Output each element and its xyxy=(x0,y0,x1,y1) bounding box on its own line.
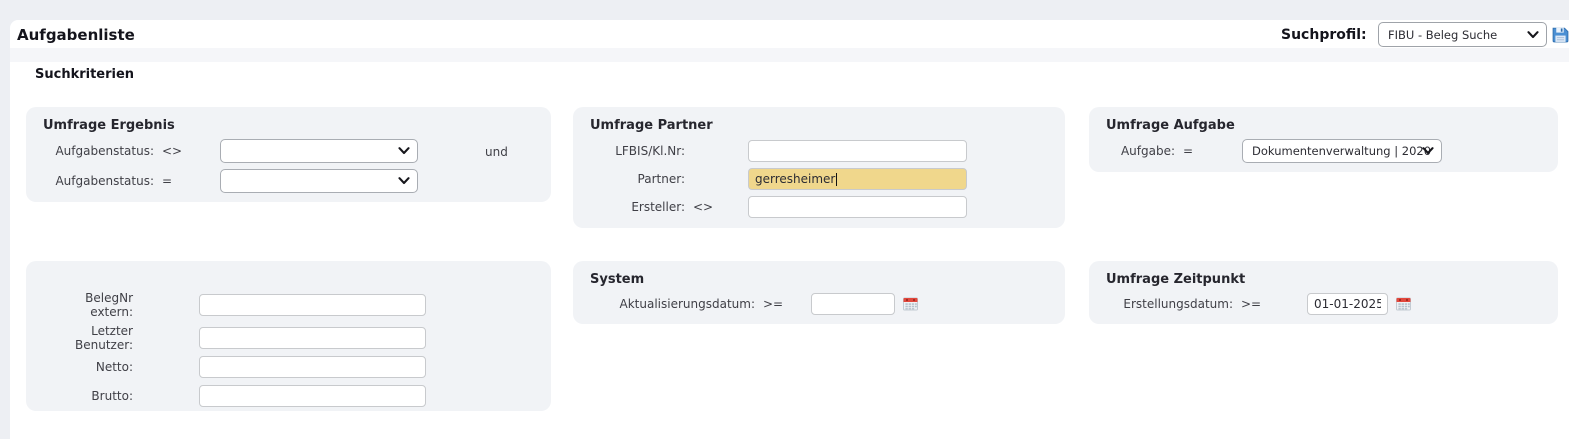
field-label: Ersteller: xyxy=(590,200,685,214)
suchprofil-label: Suchprofil: xyxy=(1281,27,1367,43)
aufgabenliste-page: Aufgabenliste Suchprofil: FIBU - Beleg S… xyxy=(0,0,1569,439)
chevron-down-icon xyxy=(398,177,410,185)
netto-input[interactable] xyxy=(199,356,426,378)
field-label: Partner: xyxy=(590,172,685,186)
brutto-input[interactable] xyxy=(199,385,426,407)
floppy-disk-icon xyxy=(1552,26,1569,43)
section-title: Suchkriterien xyxy=(35,67,134,82)
field-label: Letzter Benutzer: xyxy=(43,324,133,352)
form-row: Ersteller: <> xyxy=(590,195,1055,219)
chevron-down-icon xyxy=(398,147,410,155)
field-label: Aufgabenstatus: xyxy=(43,144,154,158)
field-label: BelegNr extern: xyxy=(43,291,133,319)
aufgabe-select[interactable]: Dokumentenverwaltung | 2020 xyxy=(1242,139,1442,163)
operator: = xyxy=(1175,144,1242,158)
field-label: Aktualisierungsdatum: xyxy=(590,297,755,311)
form-row: Aufgabenstatus: <> xyxy=(43,139,541,163)
form-row: Letzter Benutzer: xyxy=(43,326,541,350)
save-suchprofil-button[interactable] xyxy=(1551,26,1569,44)
partner-input-value: gerresheimer xyxy=(755,172,835,186)
form-row: Partner: gerresheimer xyxy=(590,167,1055,191)
field-label: Netto: xyxy=(43,360,133,374)
lfbis-klnr-input[interactable] xyxy=(748,140,967,162)
panel-beleg-felder: BelegNr extern: Letzter Benutzer: Netto:… xyxy=(26,261,551,411)
panel-umfrage-zeitpunkt: Umfrage Zeitpunkt Erstellungsdatum: >= xyxy=(1089,261,1558,324)
form-row: Netto: xyxy=(43,355,541,379)
header-separator-band xyxy=(10,48,1569,62)
operator: = xyxy=(154,174,220,188)
panel-system: System Aktualisierungsdatum: >= xyxy=(573,261,1065,324)
belegnr-extern-input[interactable] xyxy=(199,294,426,316)
form-row: Aufgabe: = Dokumentenverwaltung | 2020 xyxy=(1106,139,1548,163)
field-label: Brutto: xyxy=(43,389,133,403)
panel-title: Umfrage Zeitpunkt xyxy=(1106,272,1245,287)
panel-title: Umfrage Ergebnis xyxy=(43,118,175,133)
field-label: Aufgabe: xyxy=(1106,144,1175,158)
text-caret xyxy=(836,173,837,186)
form-row: Erstellungsdatum: >= xyxy=(1106,292,1548,316)
partner-input[interactable]: gerresheimer xyxy=(748,168,967,190)
calendar-icon[interactable] xyxy=(903,297,918,311)
form-row: Aufgabenstatus: = xyxy=(43,169,541,193)
connector-label: und xyxy=(485,145,508,159)
page-title: Aufgabenliste xyxy=(17,26,135,44)
panel-umfrage-ergebnis: Umfrage Ergebnis Aufgabenstatus: <> Aufg… xyxy=(26,107,551,202)
panel-title: Umfrage Aufgabe xyxy=(1106,118,1235,133)
panel-umfrage-aufgabe: Umfrage Aufgabe Aufgabe: = Dokumentenver… xyxy=(1089,107,1558,172)
field-label: Aufgabenstatus: xyxy=(43,174,154,188)
operator: <> xyxy=(685,200,748,214)
letzter-benutzer-input[interactable] xyxy=(199,327,426,349)
chevron-down-icon xyxy=(1422,147,1434,155)
operator: >= xyxy=(755,297,811,311)
suchprofil-select[interactable]: FIBU - Beleg Suche xyxy=(1378,22,1547,47)
suchprofil-selected-value: FIBU - Beleg Suche xyxy=(1388,28,1497,42)
form-row: LFBIS/Kl.Nr: xyxy=(590,139,1055,163)
aufgabenstatus-equal-select[interactable] xyxy=(220,169,418,193)
selected-value: Dokumentenverwaltung | 2020 xyxy=(1252,144,1431,158)
calendar-icon[interactable] xyxy=(1396,297,1411,311)
operator: >= xyxy=(1233,297,1307,311)
field-label: Erstellungsdatum: xyxy=(1106,297,1233,311)
form-row: Brutto: xyxy=(43,384,541,408)
form-row: BelegNr extern: xyxy=(43,293,541,317)
form-row: Aktualisierungsdatum: >= xyxy=(590,292,1055,316)
aktualisierungsdatum-input[interactable] xyxy=(811,293,895,315)
aufgabenstatus-not-equal-select[interactable] xyxy=(220,139,418,163)
erstellungsdatum-input[interactable] xyxy=(1307,293,1388,315)
ersteller-input[interactable] xyxy=(748,196,967,218)
panel-umfrage-partner: Umfrage Partner LFBIS/Kl.Nr: Partner: ge… xyxy=(573,107,1065,228)
field-label: LFBIS/Kl.Nr: xyxy=(590,144,685,158)
chevron-down-icon xyxy=(1527,31,1539,39)
operator: <> xyxy=(154,144,220,158)
panel-title: Umfrage Partner xyxy=(590,118,713,133)
panel-title: System xyxy=(590,272,644,287)
